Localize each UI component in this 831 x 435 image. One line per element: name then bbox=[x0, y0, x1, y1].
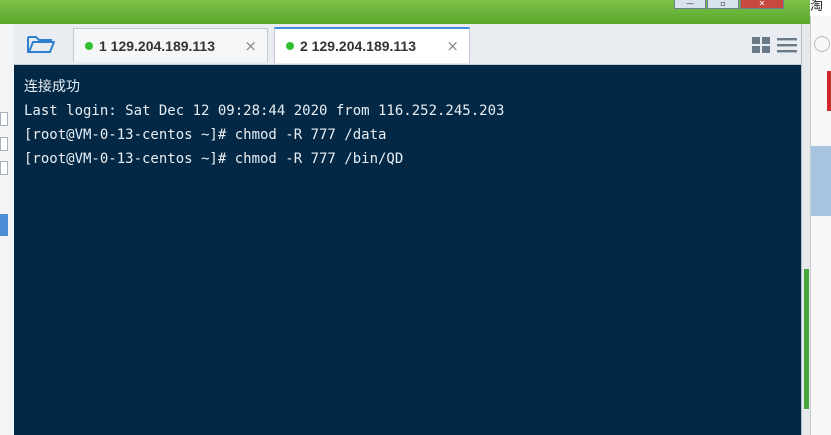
terminal-line-connected: 连接成功 bbox=[24, 79, 80, 95]
tab-label: 2 129.204.189.113 bbox=[300, 38, 417, 54]
terminal-output[interactable]: 连接成功 Last login: Sat Dec 12 09:28:44 202… bbox=[14, 65, 801, 435]
scrollbar-thumb[interactable] bbox=[804, 269, 809, 409]
background-checkbox bbox=[0, 112, 8, 126]
background-circle-icon bbox=[814, 36, 830, 52]
tab-session-2[interactable]: 2 129.204.189.113 × bbox=[274, 27, 470, 63]
background-red-mark bbox=[827, 71, 831, 111]
grid-layout-icon[interactable] bbox=[752, 37, 770, 53]
background-checkbox bbox=[0, 137, 8, 151]
tab-close-icon[interactable]: × bbox=[446, 37, 459, 55]
background-blue-panel bbox=[811, 146, 831, 216]
folder-open-icon[interactable] bbox=[26, 32, 56, 56]
tab-session-1[interactable]: 1 129.204.189.113 × bbox=[73, 28, 268, 62]
hamburger-menu-icon[interactable] bbox=[777, 37, 797, 53]
window-controls: — ▫ ✕ bbox=[674, 0, 785, 10]
background-window-strip bbox=[0, 24, 15, 435]
terminal-line-last-login: Last login: Sat Dec 12 09:28:44 2020 fro… bbox=[24, 103, 505, 119]
terminal-line-command: [root@VM-0-13-centos ~]# chmod -R 777 /d… bbox=[24, 127, 387, 143]
minimize-button[interactable]: — bbox=[674, 0, 706, 9]
close-window-button[interactable]: ✕ bbox=[740, 0, 784, 9]
maximize-button[interactable]: ▫ bbox=[707, 0, 739, 9]
terminal-line-command: [root@VM-0-13-centos ~]# chmod -R 777 /b… bbox=[24, 151, 404, 167]
background-checkbox bbox=[0, 161, 8, 175]
background-window-edge bbox=[810, 16, 831, 435]
background-selection bbox=[0, 214, 8, 236]
connected-dot-icon bbox=[85, 41, 93, 50]
connected-dot-icon bbox=[286, 42, 294, 50]
background-window-char: 淘 bbox=[810, 0, 831, 16]
window-title-bar: — ▫ ✕ bbox=[0, 0, 831, 24]
tab-label: 1 129.204.189.113 bbox=[99, 37, 216, 54]
session-tab-bar: 1 129.204.189.113 × 2 129.204.189.113 × bbox=[14, 24, 801, 65]
tab-close-icon[interactable]: × bbox=[244, 37, 257, 55]
